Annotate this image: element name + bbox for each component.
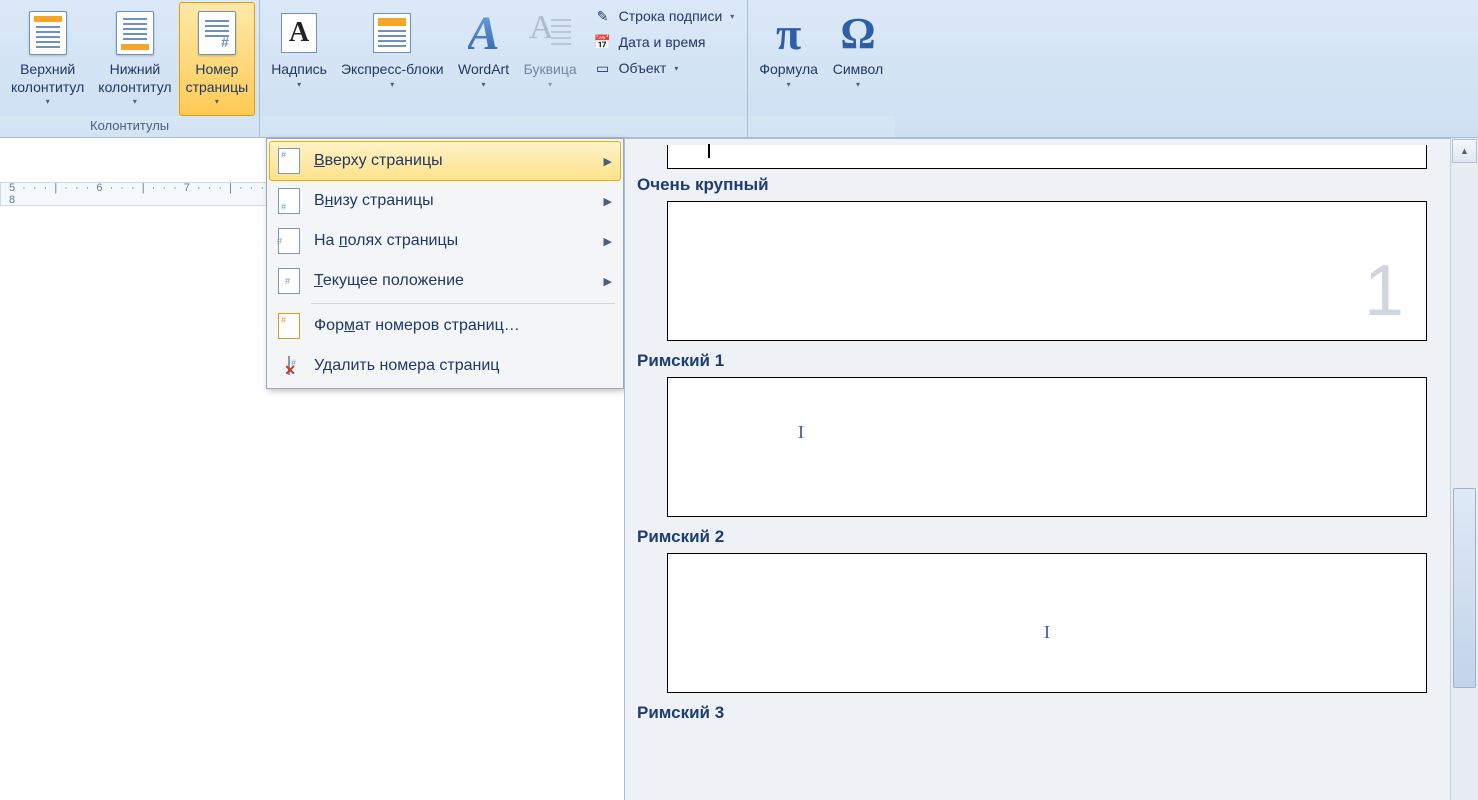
header-icon <box>22 7 74 59</box>
page-top-icon: # <box>274 146 304 176</box>
chevron-down-icon: ▾ <box>548 80 552 89</box>
remove-icon: #✕ <box>274 351 304 381</box>
menu-top-of-page[interactable]: # Вверху страницы ▶ <box>269 141 621 181</box>
quick-parts-button[interactable]: Экспресс-блоки ▾ <box>334 2 451 116</box>
chevron-down-icon: ▾ <box>390 80 394 89</box>
menu-bottom-of-page[interactable]: # Внизу страницы ▶ <box>269 181 621 221</box>
omega-icon: Ω <box>832 7 884 59</box>
group-symbols: π Формула ▾ Ω Символ ▾ <box>748 0 895 137</box>
gallery-tile-roman-1[interactable]: I <box>667 377 1427 517</box>
page-current-icon: # <box>274 266 304 296</box>
gallery-tile-very-large[interactable]: 1 <box>667 201 1427 341</box>
drop-cap-icon: A <box>524 7 576 59</box>
chevron-down-icon: ▾ <box>856 80 860 89</box>
object-button[interactable]: ▭Объект▾ <box>588 56 740 80</box>
chevron-down-icon: ▾ <box>297 80 301 89</box>
chevron-down-icon: ▾ <box>215 97 219 106</box>
equation-button[interactable]: π Формула ▾ <box>752 2 825 116</box>
group-label-headers: Колонтитулы <box>0 116 259 137</box>
date-time-button[interactable]: 📅Дата и время <box>588 30 740 54</box>
menu-page-margins[interactable]: # На полях страницы ▶ <box>269 221 621 261</box>
gallery-section-roman-1: Римский 1 <box>637 351 1438 371</box>
group-headers-footers: Верхний колонтитул ▾ Нижний колонтитул ▾… <box>0 0 260 137</box>
page-number-button[interactable]: # Номер страницы ▾ <box>179 2 256 116</box>
gallery-section-roman-3: Римский 3 <box>637 703 1438 723</box>
submenu-arrow-icon: ▶ <box>604 275 612 288</box>
page-margin-icon: # <box>274 226 304 256</box>
footer-button[interactable]: Нижний колонтитул ▾ <box>91 2 178 116</box>
calendar-icon: 📅 <box>593 33 613 51</box>
format-icon: # <box>274 311 304 341</box>
drop-cap-button[interactable]: A Буквица ▾ <box>517 2 584 116</box>
chevron-down-icon: ▾ <box>482 80 486 89</box>
page-number-menu: # Вверху страницы ▶ # Внизу страницы ▶ #… <box>266 138 624 389</box>
submenu-arrow-icon: ▶ <box>604 155 612 168</box>
submenu-arrow-icon: ▶ <box>604 195 612 208</box>
menu-remove-page-numbers[interactable]: #✕ Удалить номера страниц <box>269 346 621 386</box>
submenu-arrow-icon: ▶ <box>604 235 612 248</box>
gallery-section-very-large: Очень крупный <box>637 175 1438 195</box>
gallery-section-roman-2: Римский 2 <box>637 527 1438 547</box>
signature-icon: ✎ <box>593 7 613 25</box>
gallery-preview-partial[interactable] <box>667 145 1427 169</box>
quick-parts-icon <box>366 7 418 59</box>
page-bottom-icon: # <box>274 186 304 216</box>
wordart-icon: A <box>458 7 510 59</box>
roman-numeral-preview: I <box>1044 622 1050 643</box>
vertical-scrollbar[interactable]: ▲ <box>1450 138 1478 800</box>
signature-line-button[interactable]: ✎Строка подписи▾ <box>588 4 740 28</box>
group-text: A Надпись ▾ Экспресс-блоки ▾ A WordArt ▾… <box>260 0 748 137</box>
large-number-preview: 1 <box>1364 250 1404 332</box>
text-box-icon: A <box>273 7 325 59</box>
chevron-down-icon: ▾ <box>787 80 791 89</box>
chevron-down-icon: ▾ <box>46 97 50 106</box>
page-number-icon: # <box>191 7 243 59</box>
text-box-button[interactable]: A Надпись ▾ <box>264 2 334 116</box>
symbol-button[interactable]: Ω Символ ▾ <box>825 2 891 116</box>
scroll-thumb[interactable] <box>1453 488 1476 688</box>
ribbon: Верхний колонтитул ▾ Нижний колонтитул ▾… <box>0 0 1478 138</box>
chevron-down-icon: ▾ <box>133 97 137 106</box>
gallery-tile-roman-2[interactable]: I <box>667 553 1427 693</box>
chevron-down-icon: ▾ <box>674 64 678 73</box>
menu-current-position[interactable]: # Текущее положение ▶ <box>269 261 621 301</box>
text-small-column: ✎Строка подписи▾ 📅Дата и время ▭Объект▾ <box>584 2 744 116</box>
menu-format-page-numbers[interactable]: # Формат номеров страниц… <box>269 306 621 346</box>
menu-separator <box>311 303 615 304</box>
chevron-down-icon: ▾ <box>730 12 734 21</box>
header-button[interactable]: Верхний колонтитул ▾ <box>4 2 91 116</box>
scroll-up-button[interactable]: ▲ <box>1452 139 1477 163</box>
wordart-button[interactable]: A WordArt ▾ <box>451 2 517 116</box>
footer-icon <box>109 7 161 59</box>
roman-numeral-preview: I <box>798 422 804 443</box>
pi-icon: π <box>763 7 815 59</box>
horizontal-ruler: 5 · · · | · · · 6 · · · | · · · 7 · · · … <box>0 182 270 206</box>
page-number-gallery: Очень крупный 1 Римский 1 I Римский 2 I … <box>624 138 1450 800</box>
object-icon: ▭ <box>593 59 613 77</box>
